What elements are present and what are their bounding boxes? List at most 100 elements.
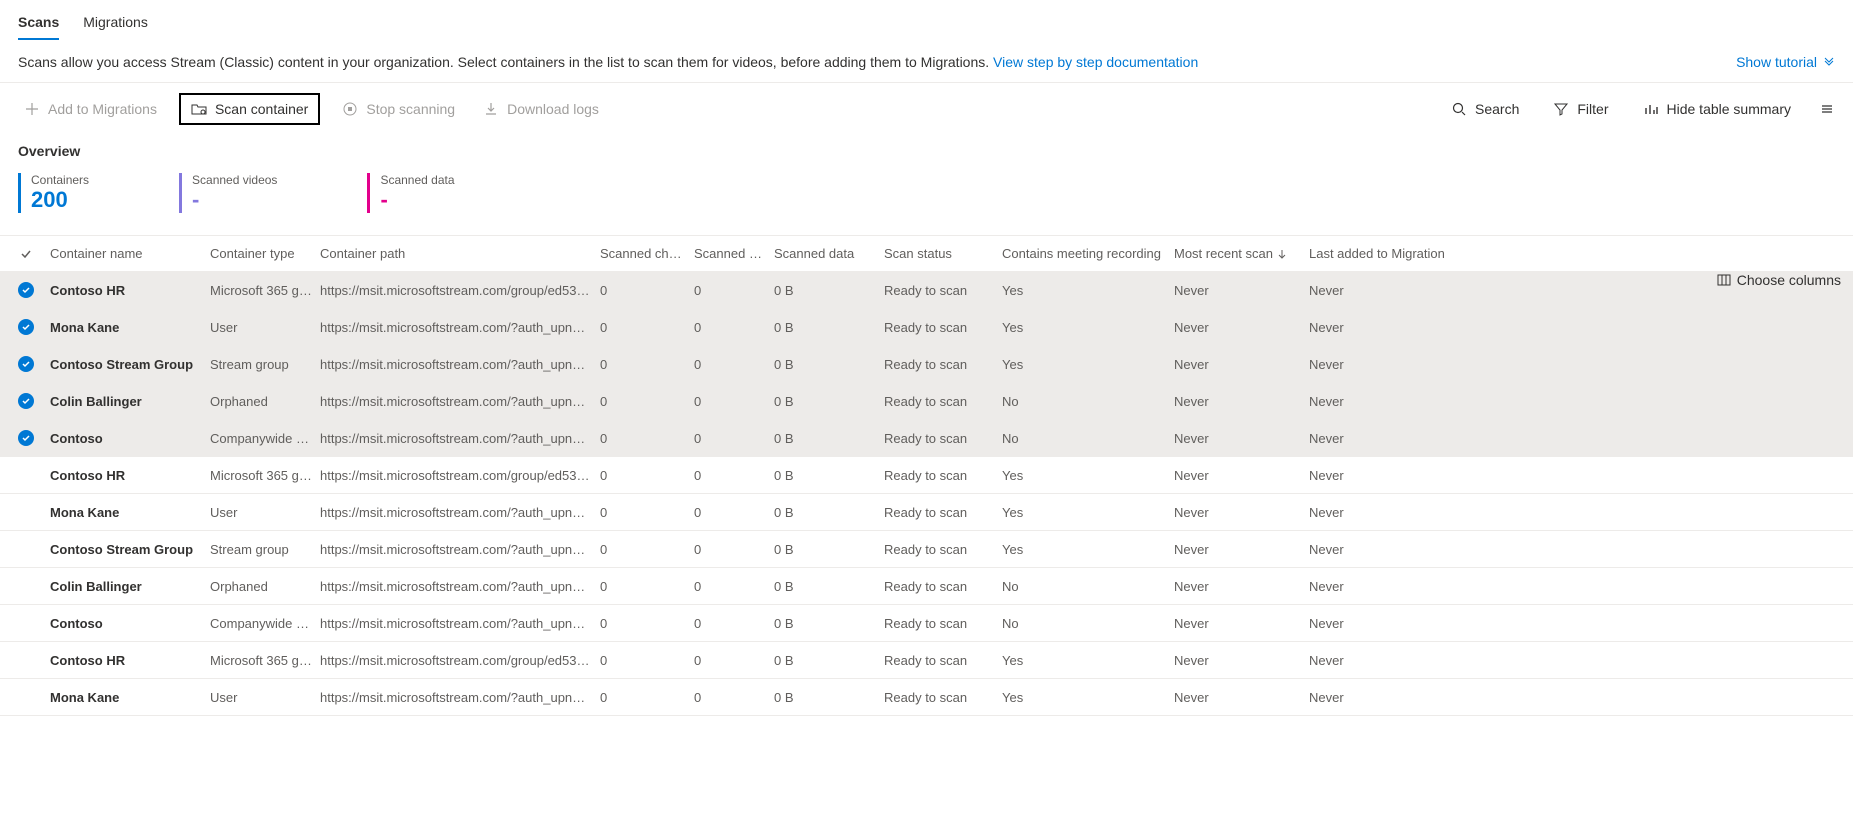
cell-recent: Never bbox=[1174, 468, 1309, 483]
col-container-name[interactable]: Container name bbox=[50, 246, 210, 261]
table-row[interactable]: Contoso HR Microsoft 365 group https://m… bbox=[0, 457, 1853, 494]
cell-path: https://msit.microsoftstream.com/?auth_u… bbox=[320, 505, 600, 520]
stat-value: - bbox=[380, 187, 454, 213]
select-all-checkbox[interactable] bbox=[10, 248, 50, 260]
cell-videos: 0 bbox=[694, 505, 774, 520]
cell-name: Colin Ballinger bbox=[50, 579, 210, 594]
hide-summary-label: Hide table summary bbox=[1667, 101, 1792, 117]
cell-videos: 0 bbox=[694, 616, 774, 631]
documentation-link[interactable]: View step by step documentation bbox=[993, 54, 1198, 70]
cell-data: 0 B bbox=[774, 394, 884, 409]
row-checkbox[interactable] bbox=[18, 504, 34, 520]
cell-recent: Never bbox=[1174, 579, 1309, 594]
cell-videos: 0 bbox=[694, 579, 774, 594]
cell-lastadded: Never bbox=[1309, 320, 1444, 335]
stat-label: Containers bbox=[31, 173, 89, 187]
col-scan-status[interactable]: Scan status bbox=[884, 246, 1002, 261]
cell-type: Stream group bbox=[210, 542, 320, 557]
cell-status: Ready to scan bbox=[884, 357, 1002, 372]
row-checkbox-checked-icon[interactable] bbox=[18, 356, 34, 372]
filter-button[interactable]: Filter bbox=[1547, 97, 1614, 121]
row-checkbox-checked-icon[interactable] bbox=[18, 393, 34, 409]
cell-data: 0 B bbox=[774, 468, 884, 483]
stat-label: Scanned videos bbox=[192, 173, 277, 187]
row-checkbox-checked-icon[interactable] bbox=[18, 319, 34, 335]
table-row[interactable]: Contoso Stream Group Stream group https:… bbox=[0, 531, 1853, 568]
cell-lastadded: Never bbox=[1309, 283, 1444, 298]
cell-data: 0 B bbox=[774, 505, 884, 520]
cell-path: https://msit.microsoftstream.com/?auth_u… bbox=[320, 357, 600, 372]
download-logs-button[interactable]: Download logs bbox=[477, 97, 605, 121]
cell-status: Ready to scan bbox=[884, 653, 1002, 668]
cell-channels: 0 bbox=[600, 357, 694, 372]
row-checkbox[interactable] bbox=[18, 541, 34, 557]
row-checkbox[interactable] bbox=[18, 578, 34, 594]
cell-type: Orphaned bbox=[210, 394, 320, 409]
choose-columns-button[interactable]: Choose columns bbox=[1717, 272, 1841, 288]
cell-meeting: Yes bbox=[1002, 357, 1174, 372]
cell-data: 0 B bbox=[774, 690, 884, 705]
cell-path: https://msit.microsoftstream.com/group/e… bbox=[320, 653, 600, 668]
col-last-added[interactable]: Last added to Migrations bbox=[1309, 246, 1444, 261]
col-scanned-channels[interactable]: Scanned channels bbox=[600, 246, 694, 261]
row-checkbox[interactable] bbox=[18, 689, 34, 705]
cell-type: Microsoft 365 group bbox=[210, 653, 320, 668]
cell-meeting: Yes bbox=[1002, 505, 1174, 520]
scan-container-button[interactable]: Scan container bbox=[179, 93, 320, 125]
cell-recent: Never bbox=[1174, 653, 1309, 668]
stop-scanning-button[interactable]: Stop scanning bbox=[336, 97, 461, 121]
table-row[interactable]: Colin Ballinger Orphaned https://msit.mi… bbox=[0, 568, 1853, 605]
col-scanned-videos[interactable]: Scanned videos bbox=[694, 246, 774, 261]
cell-path: https://msit.microsoftstream.com/?auth_u… bbox=[320, 616, 600, 631]
cell-meeting: Yes bbox=[1002, 320, 1174, 335]
cell-channels: 0 bbox=[600, 320, 694, 335]
cell-data: 0 B bbox=[774, 579, 884, 594]
tab-migrations[interactable]: Migrations bbox=[83, 8, 148, 40]
cell-name: Colin Ballinger bbox=[50, 394, 210, 409]
cell-lastadded: Never bbox=[1309, 542, 1444, 557]
overview-title: Overview bbox=[0, 143, 1853, 159]
col-meeting-recording[interactable]: Contains meeting recording bbox=[1002, 246, 1174, 261]
table-row[interactable]: Contoso Companywide channel https://msit… bbox=[0, 605, 1853, 642]
search-button[interactable]: Search bbox=[1445, 97, 1525, 121]
col-container-type[interactable]: Container type bbox=[210, 246, 320, 261]
cell-meeting: Yes bbox=[1002, 653, 1174, 668]
cell-name: Mona Kane bbox=[50, 320, 210, 335]
row-checkbox[interactable] bbox=[18, 615, 34, 631]
table-row[interactable]: Mona Kane User https://msit.microsoftstr… bbox=[0, 679, 1853, 716]
row-checkbox[interactable] bbox=[18, 652, 34, 668]
cell-name: Contoso Stream Group bbox=[50, 542, 210, 557]
row-checkbox[interactable] bbox=[18, 467, 34, 483]
col-scanned-data[interactable]: Scanned data bbox=[774, 246, 884, 261]
table-row[interactable]: Mona Kane User https://msit.microsoftstr… bbox=[0, 309, 1853, 346]
col-container-path[interactable]: Container path bbox=[320, 246, 600, 261]
row-checkbox-checked-icon[interactable] bbox=[18, 282, 34, 298]
show-tutorial-button[interactable]: Show tutorial bbox=[1736, 54, 1835, 70]
cell-videos: 0 bbox=[694, 542, 774, 557]
cell-channels: 0 bbox=[600, 394, 694, 409]
table-row[interactable]: Contoso Companywide channel https://msit… bbox=[0, 420, 1853, 457]
table-row[interactable]: Colin Ballinger Orphaned https://msit.mi… bbox=[0, 383, 1853, 420]
cell-meeting: Yes bbox=[1002, 690, 1174, 705]
table-row[interactable]: Contoso HR Microsoft 365 group https://m… bbox=[0, 272, 1853, 309]
table-row[interactable]: Contoso Stream Group Stream group https:… bbox=[0, 346, 1853, 383]
cell-name: Contoso HR bbox=[50, 468, 210, 483]
table-row[interactable]: Mona Kane User https://msit.microsoftstr… bbox=[0, 494, 1853, 531]
tab-scans[interactable]: Scans bbox=[18, 8, 59, 40]
cell-path: https://msit.microsoftstream.com/?auth_u… bbox=[320, 690, 600, 705]
table-body: Contoso HR Microsoft 365 group https://m… bbox=[0, 272, 1853, 716]
cell-name: Mona Kane bbox=[50, 505, 210, 520]
cell-recent: Never bbox=[1174, 542, 1309, 557]
cell-status: Ready to scan bbox=[884, 468, 1002, 483]
description-row: Scans allow you access Stream (Classic) … bbox=[0, 40, 1853, 83]
cell-videos: 0 bbox=[694, 468, 774, 483]
table-row[interactable]: Contoso HR Microsoft 365 group https://m… bbox=[0, 642, 1853, 679]
cell-status: Ready to scan bbox=[884, 431, 1002, 446]
more-options-button[interactable] bbox=[1819, 101, 1835, 117]
col-most-recent-scan[interactable]: Most recent scan bbox=[1174, 246, 1309, 261]
row-checkbox-checked-icon[interactable] bbox=[18, 430, 34, 446]
cell-lastadded: Never bbox=[1309, 653, 1444, 668]
overview-stats: Containers 200 Scanned videos - Scanned … bbox=[0, 159, 1853, 235]
hide-summary-button[interactable]: Hide table summary bbox=[1637, 97, 1798, 121]
add-to-migrations-button[interactable]: Add to Migrations bbox=[18, 97, 163, 121]
